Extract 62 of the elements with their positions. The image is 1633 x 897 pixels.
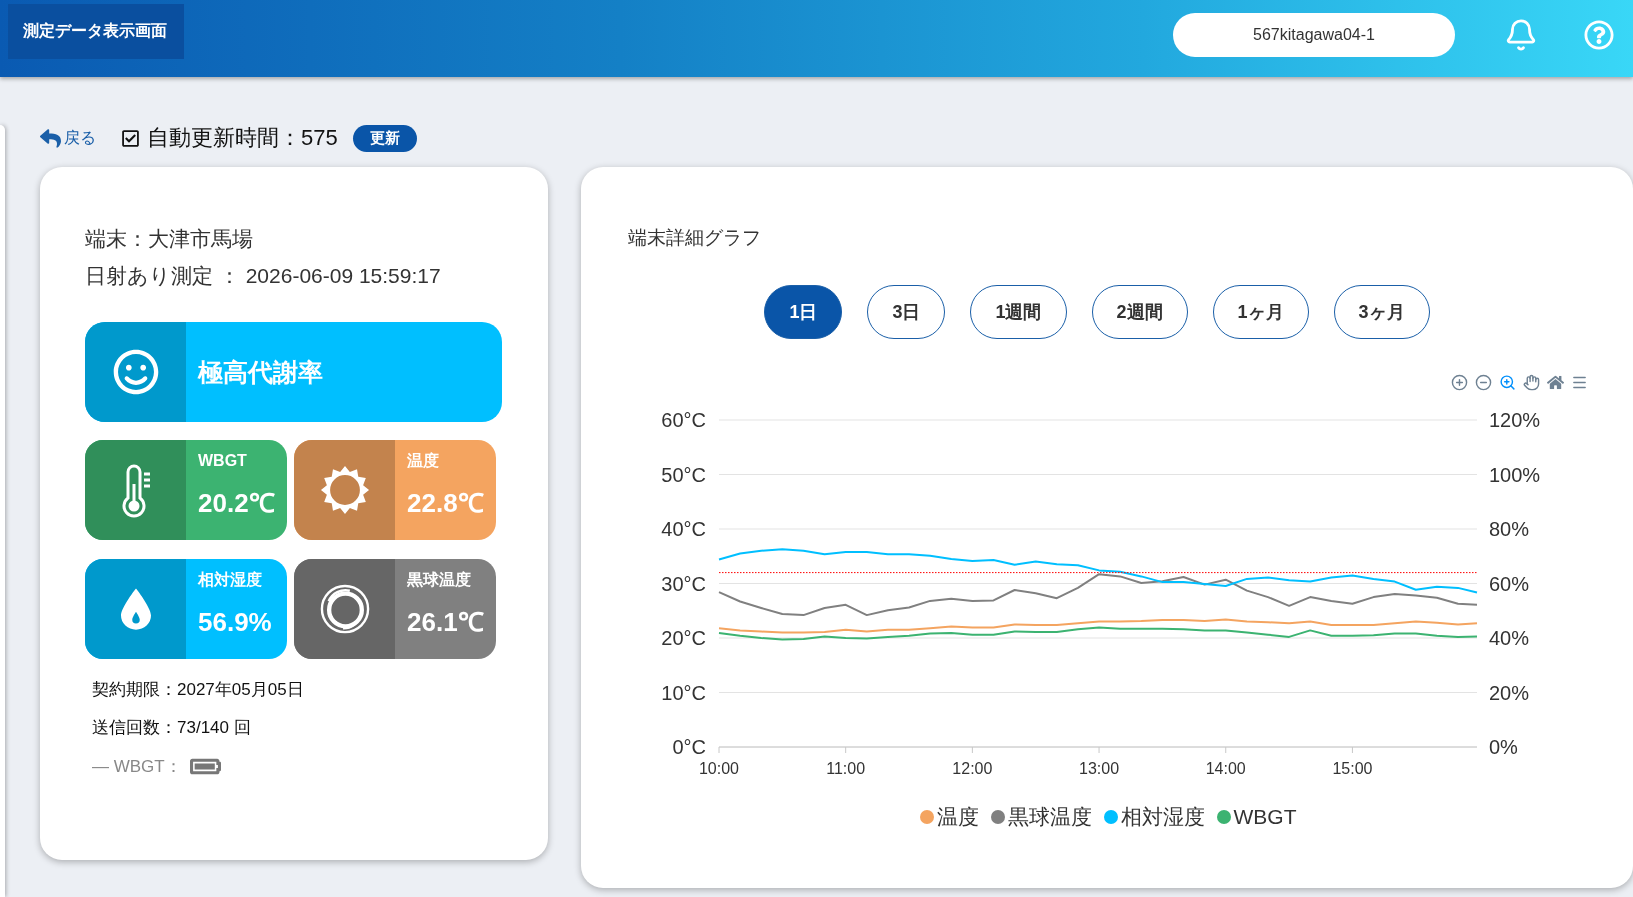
hand-icon[interactable]: [1523, 373, 1540, 391]
contract-info-text: 契約期限：2027年05月05日: [92, 679, 305, 701]
legend-label[interactable]: 黒球温度: [1007, 804, 1092, 830]
metric-label: 温度: [407, 451, 439, 471]
axis-label: 0°C: [672, 736, 706, 758]
swirl-ring-icon: [294, 559, 395, 659]
metric-value: 56.9%: [198, 607, 272, 637]
axis-label: 120%: [1489, 409, 1541, 431]
range-tab[interactable]: 1週間: [970, 285, 1067, 339]
axis-label: 80%: [1489, 518, 1530, 540]
axis-label: 15:00: [1332, 760, 1373, 777]
legend-label[interactable]: WBGT: [1233, 804, 1297, 830]
range-tab[interactable]: 3日: [867, 285, 946, 339]
axis-label: 20%: [1489, 681, 1530, 704]
user-id-pill[interactable]: 567kitagawa04-1: [1173, 12, 1455, 57]
checkbox[interactable]: [121, 128, 140, 148]
axis-label: 50°C: [661, 463, 706, 486]
axis-label: 12:00: [952, 760, 993, 777]
smiley-icon: [85, 322, 186, 422]
axis-label: 60%: [1489, 572, 1530, 595]
auto-update-label: 自動更新時間：575: [147, 124, 338, 152]
range-tab[interactable]: 1日: [764, 285, 843, 339]
metric-label: 相対湿度: [198, 570, 262, 590]
axis-label: 30°C: [661, 572, 706, 595]
axis-label: 11:00: [826, 760, 866, 777]
zoom-out-icon[interactable]: [1475, 373, 1492, 391]
axis-label: 40%: [1489, 627, 1530, 649]
axis-label: 14:00: [1205, 760, 1246, 777]
refresh-button[interactable]: 更新: [352, 124, 417, 152]
axis-label: 10:00: [699, 760, 739, 777]
sun-icon: [294, 440, 395, 540]
thermometer-icon: [85, 440, 186, 540]
page-title: 測定データ表示画面: [8, 4, 184, 59]
axis-label: 0%: [1489, 736, 1518, 758]
axis-label: 100%: [1489, 463, 1541, 486]
axis-label: 40°C: [661, 518, 706, 540]
axis-label: 10°C: [661, 681, 706, 704]
axis-label: 13:00: [1079, 760, 1120, 777]
battery-label: — WBGT：: [92, 755, 182, 778]
axis-label: 60°C: [661, 409, 706, 431]
device-info-text: 端末：大津市馬場: [85, 226, 254, 252]
range-tab[interactable]: 1ヶ月: [1212, 285, 1309, 339]
axis-label: 20°C: [661, 627, 706, 649]
legend-label[interactable]: 相対湿度: [1120, 804, 1205, 830]
zoom-in-icon[interactable]: [1451, 373, 1468, 391]
metric-value: 22.8℃: [407, 488, 484, 518]
status-label: 極高代謝率: [198, 356, 323, 388]
range-tab[interactable]: 2週間: [1091, 285, 1188, 339]
home-icon[interactable]: [1547, 373, 1564, 391]
range-tab[interactable]: 3ヶ月: [1333, 285, 1430, 339]
metric-label: 黒球温度: [407, 570, 471, 590]
legend-label[interactable]: 温度: [936, 804, 979, 830]
metric-value: 20.2℃: [198, 488, 275, 518]
metric-label: WBGT: [198, 451, 247, 471]
water-drop-icon: [85, 559, 186, 659]
graph-title: 端末詳細グラフ: [628, 226, 762, 250]
magnifier-icon[interactable]: [1499, 373, 1516, 391]
back-link[interactable]: 戻る: [64, 127, 96, 149]
contract-info-text: 送信回数：73/140 回: [92, 717, 252, 739]
reply-arrow-icon[interactable]: [40, 127, 61, 149]
device-info-text: 日射あり測定 ： 2026-06-09 15:59:17: [85, 263, 442, 289]
metric-value: 26.1℃: [407, 607, 484, 637]
